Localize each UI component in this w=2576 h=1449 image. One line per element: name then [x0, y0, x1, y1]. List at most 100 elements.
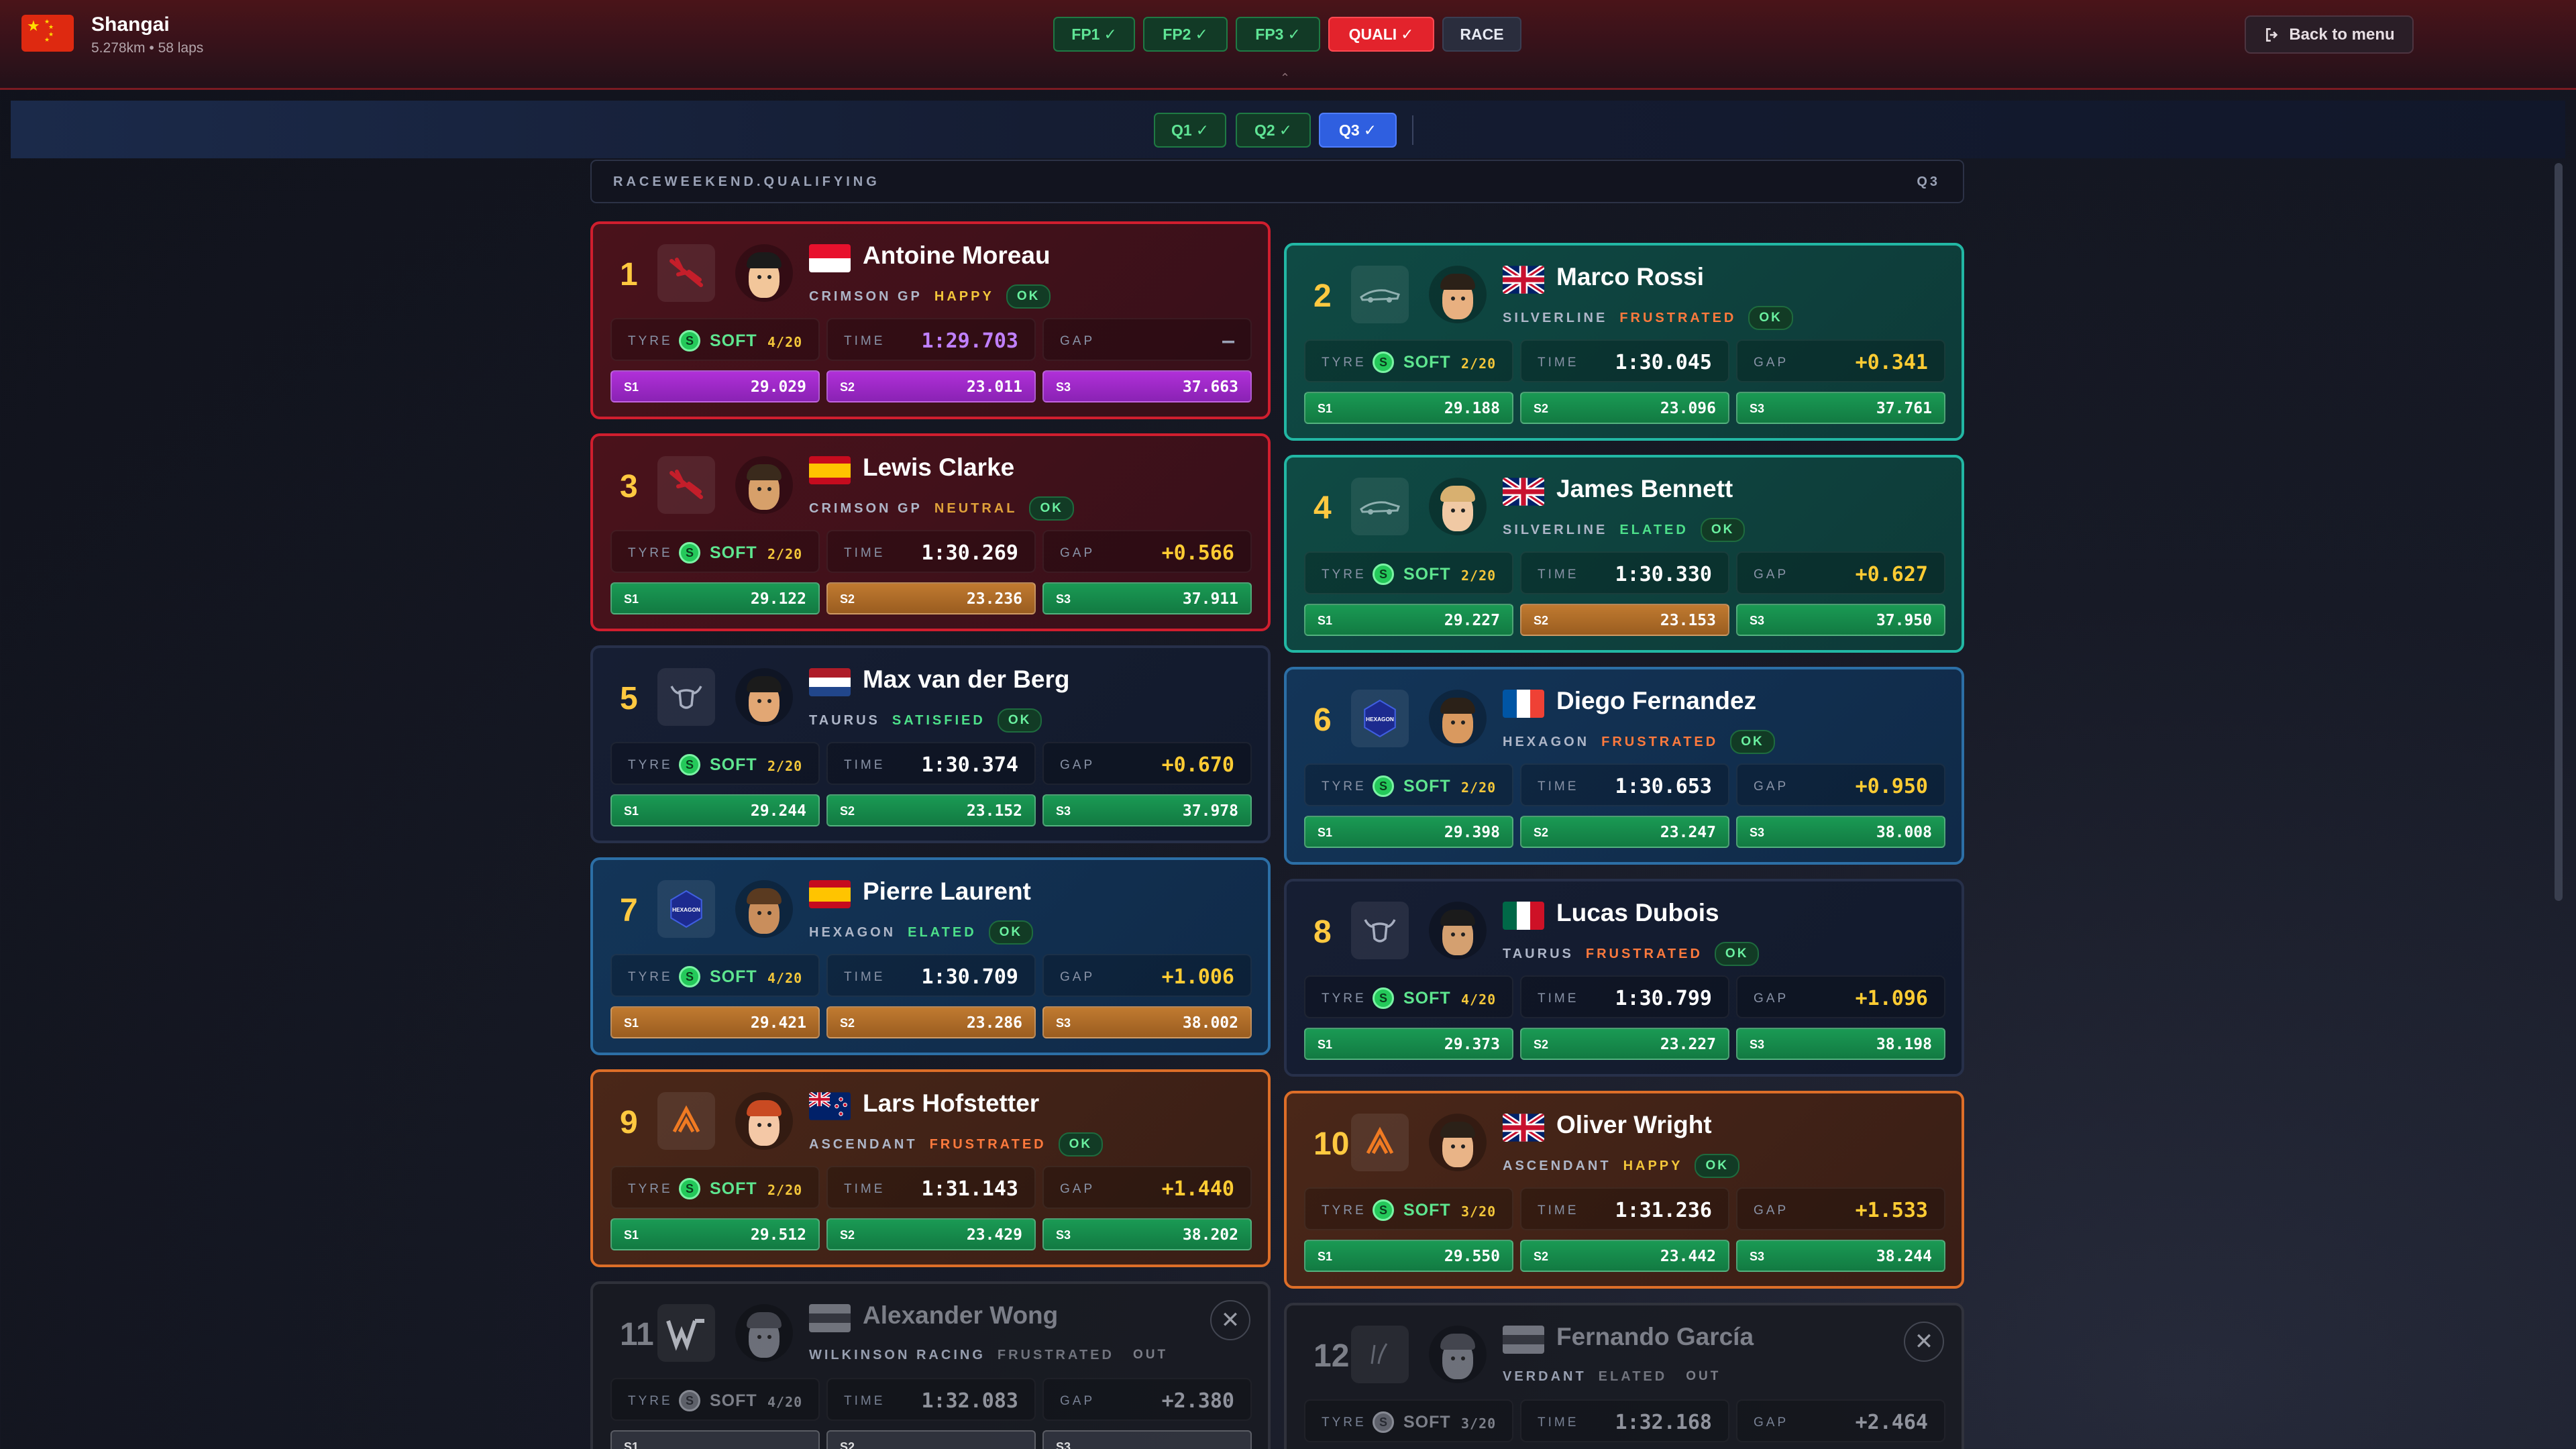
lap-time: 1:30.269 — [921, 541, 1019, 565]
lap-time: 1:30.330 — [1615, 563, 1713, 586]
tab-race[interactable]: RACE — [1442, 17, 1521, 52]
uk-flag-icon — [1503, 266, 1544, 294]
driver-name: Fernando García — [1556, 1323, 1754, 1350]
gap-value: +0.670 — [1161, 753, 1234, 777]
tab-q1[interactable]: Q1 ✓ — [1154, 113, 1226, 148]
driver-card[interactable]: 8 Lucas Dubois TAURUS FRUSTRATED OK TYRE… — [1284, 879, 1964, 1077]
tyre-compound: SOFT — [710, 543, 757, 562]
gap-value: – — [1222, 329, 1234, 353]
chevron-up-icon[interactable]: ⌃ — [1280, 71, 1290, 85]
tab-fp3[interactable]: FP3 ✓ — [1236, 17, 1320, 52]
sector-2: S2 23.442 — [1520, 1240, 1729, 1272]
driver-card[interactable]: 11 Alexander Wong WILKINSON RACING FRUST… — [590, 1281, 1271, 1449]
team-name: ASCENDANT — [1503, 1158, 1611, 1173]
sector-3-time: 38.198 — [1876, 1036, 1932, 1053]
team-line: TAURUS SATISFIED OK — [809, 708, 1042, 733]
tab-fp2[interactable]: FP2 ✓ — [1143, 17, 1228, 52]
driver-avatar — [1429, 902, 1487, 959]
sector-2: S2 23.096 — [1520, 392, 1729, 424]
tyre-compound: SOFT — [710, 967, 757, 986]
gap-value: +0.950 — [1855, 775, 1928, 798]
soft-tyre-icon: S — [1373, 987, 1394, 1009]
driver-card[interactable]: 12 Fernando García VERDANT ELATED OUT ✕ … — [1284, 1303, 1964, 1449]
soft-tyre-icon: S — [1373, 352, 1394, 373]
tyre-age: 2/20 — [1461, 568, 1497, 584]
tyre-label: TYRE — [1322, 1203, 1366, 1218]
soft-tyre-icon: S — [679, 330, 700, 352]
driver-name: Oliver Wright — [1556, 1111, 1712, 1138]
driver-card[interactable]: 2 Marco Rossi SILVERLINE FRUSTRATED OK T… — [1284, 243, 1964, 441]
sector-1-time: 29.227 — [1444, 612, 1500, 629]
tab-quali[interactable]: QUALI ✓ — [1328, 17, 1434, 52]
sector-1: S1 29.373 — [1304, 1028, 1513, 1060]
driver-mood: ELATED — [1598, 1368, 1668, 1384]
sector-1-time: 29.550 — [1444, 1248, 1500, 1265]
tab-fp1[interactable]: FP1 ✓ — [1053, 17, 1135, 52]
driver-mood: ELATED — [1619, 522, 1688, 537]
time-label: TIME — [844, 1394, 885, 1408]
driver-card[interactable]: 7 HEXAGON Pierre Laurent HEXAGON ELATED … — [590, 857, 1271, 1055]
driver-avatar — [735, 1092, 793, 1150]
driver-mood: HAPPY — [934, 288, 994, 304]
driver-card[interactable]: 4 James Bennett SILVERLINE ELATED OK TYR… — [1284, 455, 1964, 653]
driver-card[interactable]: 1 Antoine Moreau CRIMSON GP HAPPY OK TYR… — [590, 221, 1271, 419]
sector-2-time: 23.011 — [966, 378, 1022, 396]
crimson-gp-logo-icon — [657, 244, 715, 302]
sector-3: S3 37.978 — [1042, 794, 1252, 826]
driver-card[interactable]: 9 Lars Hofstetter ASCENDANT FRUSTRATED O… — [590, 1069, 1271, 1267]
team-name: HEXAGON — [1503, 734, 1590, 749]
position-number: 4 — [1313, 490, 1332, 526]
driver-card[interactable]: 10 Oliver Wright ASCENDANT HAPPY OK TYRE… — [1284, 1091, 1964, 1289]
sector-1: S1 29.398 — [1304, 816, 1513, 848]
soft-tyre-icon: S — [1373, 1411, 1394, 1433]
team-name: SILVERLINE — [1503, 310, 1608, 325]
tyre-age: 2/20 — [767, 758, 803, 774]
sector-2-time: 23.152 — [966, 802, 1022, 820]
sector-1: S1 — [610, 1430, 820, 1449]
lap-time: 1:30.799 — [1615, 987, 1713, 1010]
team-line: CRIMSON GP NEUTRAL OK — [809, 496, 1074, 521]
status-badge: OUT — [1132, 1348, 1169, 1362]
sector-3: S3 37.663 — [1042, 370, 1252, 402]
ribbon-title: RACEWEEKEND.QUALIFYING — [613, 174, 880, 189]
position-number: 11 — [620, 1317, 654, 1352]
tyre-cell: TYRE S SOFT 2/20 — [610, 742, 820, 785]
time-cell: TIME 1:30.374 — [826, 742, 1036, 785]
gap-cell: GAP +1.096 — [1736, 975, 1945, 1018]
driver-name: Alexander Wong — [863, 1301, 1059, 1329]
driver-avatar — [735, 880, 793, 938]
close-icon[interactable]: ✕ — [1904, 1322, 1944, 1362]
driver-card[interactable]: 3 Lewis Clarke CRIMSON GP NEUTRAL OK TYR… — [590, 433, 1271, 631]
uk-flag-icon — [1503, 1114, 1544, 1142]
tyre-age: 4/20 — [767, 1394, 803, 1410]
team-name: TAURUS — [809, 712, 880, 728]
tyre-compound: SOFT — [1403, 353, 1451, 372]
scrollbar[interactable] — [2555, 163, 2563, 901]
tyre-cell: TYRE S SOFT 2/20 — [610, 1166, 820, 1209]
time-cell: TIME 1:32.083 — [826, 1378, 1036, 1421]
sector-3: S3 37.761 — [1736, 392, 1945, 424]
time-cell: TIME 1:31.236 — [1520, 1187, 1729, 1230]
sector-3-time: 38.244 — [1876, 1248, 1932, 1265]
tyre-cell: TYRE S SOFT 4/20 — [1304, 975, 1513, 1018]
lap-time: 1:32.168 — [1615, 1411, 1713, 1434]
tyre-compound: SOFT — [1403, 1413, 1451, 1432]
gap-value: +0.566 — [1161, 541, 1234, 565]
lap-time: 1:30.374 — [921, 753, 1019, 777]
gap-label: GAP — [1754, 1415, 1789, 1430]
tyre-cell: TYRE S SOFT 2/20 — [1304, 339, 1513, 382]
team-line: ASCENDANT HAPPY OK — [1503, 1154, 1739, 1178]
close-icon[interactable]: ✕ — [1210, 1300, 1250, 1340]
grey-flag-icon — [809, 1304, 851, 1332]
status-badge: OUT — [1686, 1369, 1721, 1383]
position-number: 8 — [1313, 914, 1332, 950]
time-label: TIME — [1538, 568, 1579, 582]
tyre-cell: TYRE S SOFT 3/20 — [1304, 1187, 1513, 1230]
back-to-menu-button[interactable]: Back to menu — [2245, 15, 2414, 54]
driver-card[interactable]: 5 Max van der Berg TAURUS SATISFIED OK T… — [590, 645, 1271, 843]
tab-q3[interactable]: Q3 ✓ — [1319, 113, 1397, 148]
driver-card[interactable]: 6 HEXAGON Diego Fernandez HEXAGON FRUSTR… — [1284, 667, 1964, 865]
tyre-age: 4/20 — [1461, 991, 1497, 1008]
tab-q2[interactable]: Q2 ✓ — [1236, 113, 1311, 148]
sector-2-time: 23.153 — [1660, 612, 1716, 629]
